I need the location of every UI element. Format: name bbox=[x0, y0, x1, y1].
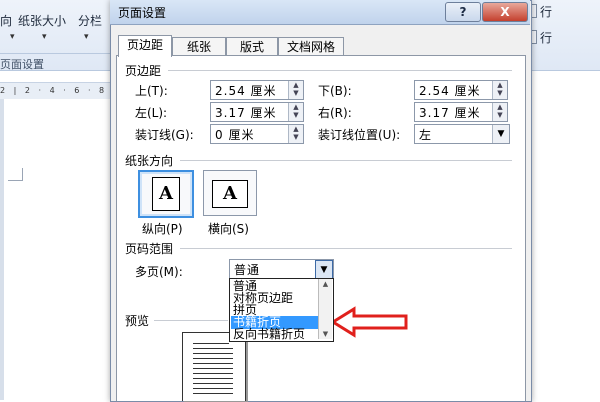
portrait-option[interactable]: A bbox=[138, 170, 194, 218]
tab-layout[interactable]: 版式 bbox=[226, 37, 278, 56]
orientation-button[interactable]: 向 bbox=[0, 12, 12, 29]
section-divider bbox=[180, 160, 512, 161]
spin-up-icon: ▲ bbox=[293, 103, 299, 111]
right-margin-label: 右(R): bbox=[318, 106, 352, 120]
preview-page-thumbnail bbox=[182, 332, 246, 401]
gutter-input[interactable]: 0 厘米 ▲ ▼ bbox=[210, 124, 304, 144]
spin-down-icon: ▼ bbox=[293, 133, 299, 141]
landscape-page-icon: A bbox=[212, 180, 248, 208]
scroll-up-icon[interactable]: ▲ bbox=[319, 279, 332, 289]
option-reverse-book-fold[interactable]: 反向书籍折页 bbox=[231, 328, 332, 341]
spin-up-icon: ▲ bbox=[293, 125, 299, 133]
bottom-margin-input[interactable]: 2.54 厘米 ▲ ▼ bbox=[414, 80, 508, 100]
gutter-position-select[interactable]: 左 ▼ bbox=[414, 124, 510, 144]
spin-down-icon: ▼ bbox=[293, 89, 299, 97]
dialog-title: 页面设置 bbox=[118, 6, 167, 20]
gutter-label: 装订线(G): bbox=[135, 128, 194, 142]
red-arrow-icon bbox=[330, 306, 408, 338]
spin-buttons[interactable]: ▲ ▼ bbox=[288, 103, 303, 121]
group-divider bbox=[0, 53, 112, 54]
dropdown-caret-icon[interactable]: ▾ bbox=[10, 32, 15, 42]
paper-size-button[interactable]: 纸张大小 bbox=[18, 12, 66, 29]
spin-down-icon: ▼ bbox=[293, 111, 299, 119]
section-divider bbox=[154, 320, 228, 321]
spin-down-icon: ▼ bbox=[497, 89, 503, 97]
close-button[interactable]: X bbox=[482, 2, 528, 22]
left-margin-label: 左(L): bbox=[135, 106, 168, 120]
spin-buttons[interactable]: ▲ ▼ bbox=[492, 81, 507, 99]
gutter-position-label: 装订线位置(U): bbox=[318, 128, 401, 142]
scroll-down-icon[interactable]: ▼ bbox=[319, 329, 332, 339]
spin-buttons[interactable]: ▲ ▼ bbox=[288, 125, 303, 143]
section-title-pages: 页码范围 bbox=[125, 242, 174, 256]
landscape-label: 横向(S) bbox=[208, 222, 249, 236]
horizontal-ruler[interactable]: 2 | 2 · 4 · 6 · 8 · 1 bbox=[0, 82, 112, 100]
vertical-ruler bbox=[0, 99, 4, 400]
spin-buttons[interactable]: ▲ ▼ bbox=[288, 81, 303, 99]
spin-up-icon: ▲ bbox=[497, 103, 503, 111]
dropdown-caret-icon[interactable]: ▾ bbox=[42, 32, 47, 42]
right-margin-input[interactable]: 3.17 厘米 ▲ ▼ bbox=[414, 102, 508, 122]
portrait-page-icon: A bbox=[152, 177, 180, 211]
spacing-after-label: 行 bbox=[540, 31, 553, 45]
portrait-label: 纵向(P) bbox=[142, 222, 183, 236]
document-page[interactable] bbox=[0, 99, 112, 400]
group-label-page-setup: 页面设置 bbox=[0, 58, 44, 71]
tab-paper[interactable]: 纸张 bbox=[172, 37, 226, 56]
top-margin-input[interactable]: 2.54 厘米 ▲ ▼ bbox=[210, 80, 304, 100]
dropdown-scrollbar[interactable]: ▲ ▼ bbox=[318, 279, 332, 339]
multiple-pages-label: 多页(M): bbox=[135, 265, 183, 279]
multiple-pages-select[interactable]: 普通 ▼ bbox=[229, 259, 334, 280]
spin-up-icon: ▲ bbox=[293, 81, 299, 89]
tab-document-grid[interactable]: 文档网格 bbox=[278, 37, 344, 56]
top-margin-label: 上(T): bbox=[135, 84, 168, 98]
section-title-orientation: 纸张方向 bbox=[125, 154, 174, 168]
bottom-margin-label: 下(B): bbox=[318, 84, 352, 98]
chevron-down-icon[interactable]: ▼ bbox=[492, 125, 509, 143]
landscape-option[interactable]: A bbox=[203, 170, 257, 216]
section-title-margins: 页边距 bbox=[125, 64, 162, 78]
spin-up-icon: ▲ bbox=[497, 81, 503, 89]
columns-button[interactable]: 分栏 bbox=[78, 12, 102, 29]
spin-buttons[interactable]: ▲ ▼ bbox=[492, 103, 507, 121]
section-divider bbox=[180, 248, 512, 249]
dropdown-caret-icon[interactable]: ▾ bbox=[84, 32, 89, 42]
spin-down-icon: ▼ bbox=[497, 111, 503, 119]
left-margin-input[interactable]: 3.17 厘米 ▲ ▼ bbox=[210, 102, 304, 122]
section-title-preview: 预览 bbox=[125, 314, 150, 328]
margin-crop-mark bbox=[8, 168, 23, 181]
chevron-down-icon[interactable]: ▼ bbox=[315, 260, 333, 280]
spacing-before-label: 行 bbox=[540, 5, 553, 19]
help-button[interactable]: ? bbox=[445, 2, 481, 22]
tab-margins[interactable]: 页边距 bbox=[118, 35, 172, 57]
section-divider bbox=[168, 70, 512, 71]
